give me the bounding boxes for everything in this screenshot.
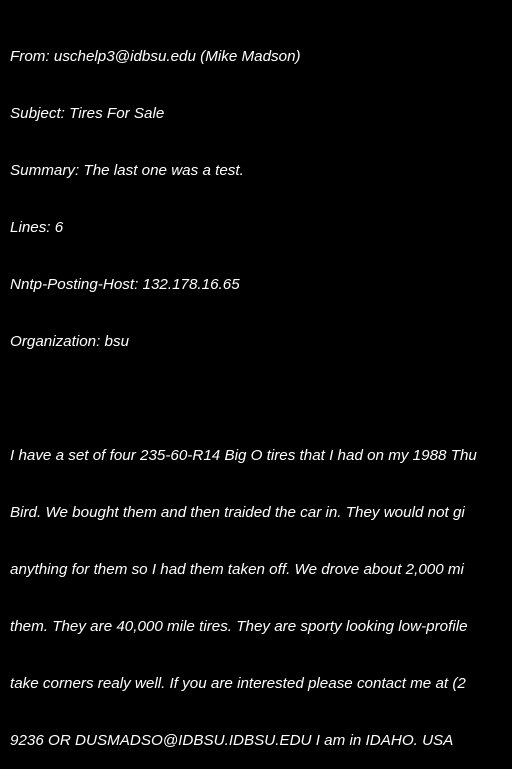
body-line: anything for them so I had them taken of… <box>10 561 464 578</box>
header-body-separator <box>10 389 512 408</box>
body-line: I have a set of four 235-60-R14 Big O ti… <box>10 447 477 464</box>
body-line: them. They are 40,000 mile tires. They a… <box>10 618 468 635</box>
summary-header: Summary: The last one was a test. <box>10 162 244 179</box>
body-line: Bird. We bought them and then traided th… <box>10 504 465 521</box>
body-line: take corners realy well. If you are inte… <box>10 675 466 692</box>
from-header: From: uschelp3@idbsu.edu (Mike Madson) <box>10 48 301 65</box>
email-document: From: uschelp3@idbsu.edu (Mike Madson) S… <box>10 9 512 769</box>
lines-header: Lines: 6 <box>10 219 64 236</box>
subject-header: Subject: Tires For Sale <box>10 105 165 122</box>
organization-header: Organization: bsu <box>10 333 130 350</box>
body-line: 9236 OR DUSMADSO@IDBSU.IDBSU.EDU I am in… <box>10 732 454 749</box>
nntp-posting-host-header: Nntp-Posting-Host: 132.178.16.65 <box>10 276 240 293</box>
